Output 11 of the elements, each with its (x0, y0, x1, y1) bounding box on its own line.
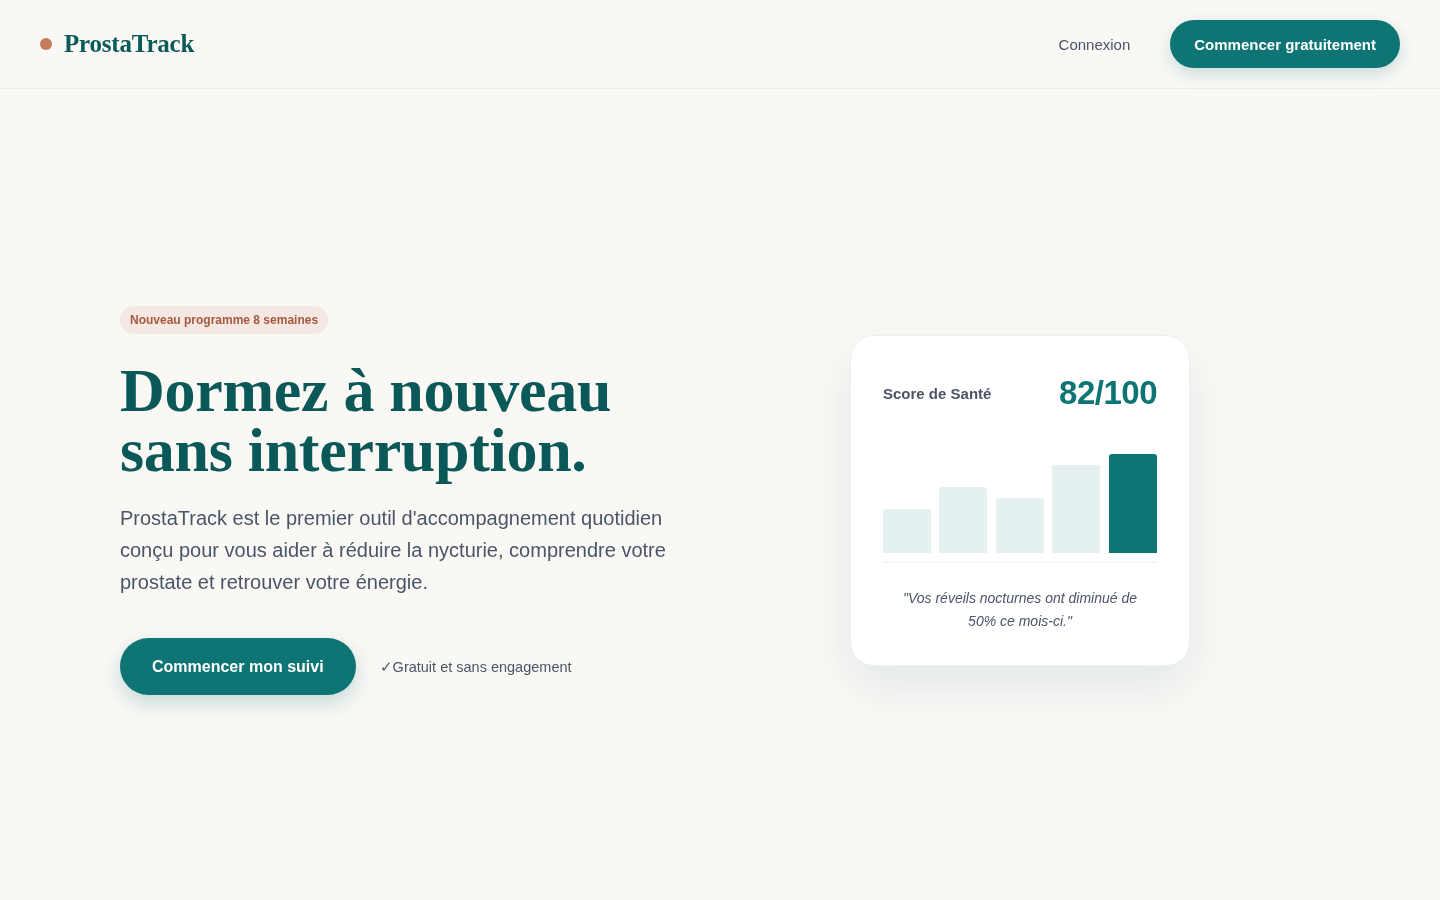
start-free-button[interactable]: Commencer gratuitement (1170, 20, 1400, 68)
logo-dot-icon (40, 38, 52, 50)
program-badge: Nouveau programme 8 semaines (120, 306, 329, 334)
start-tracking-button[interactable]: Commencer mon suivi (120, 638, 356, 695)
score-value: 82/100 (1059, 374, 1157, 412)
progress-quote: "Vos réveils nocturnes ont diminué de 50% ce mois-ci." (902, 589, 1138, 631)
login-link[interactable]: Connexion (1058, 35, 1131, 53)
hero-description: ProstaTrack est le premier outil d'accompagnement quotidien conçu pour vous aider à réduire la nycturie, comprendre votre prostate et retrouver votre énergie. (120, 506, 667, 595)
free-note: ✓Gratuit et sans engagement (379, 658, 572, 675)
score-label: Score de Santé (883, 384, 992, 402)
logo-text[interactable]: ProstaTrack (64, 30, 195, 58)
